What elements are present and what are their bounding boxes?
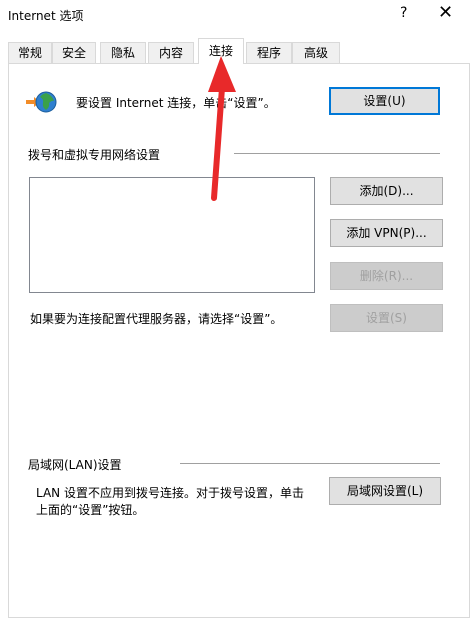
add-button[interactable]: 添加(D)...: [330, 177, 443, 205]
dialup-group-divider: [234, 153, 440, 154]
lan-description-line1: LAN 设置不应用到拨号连接。对于拨号设置，单击: [36, 486, 304, 500]
tab-advanced[interactable]: 高级: [292, 42, 340, 63]
globe-network-icon: [26, 91, 57, 113]
lan-group-label: 局域网(LAN)设置: [28, 458, 122, 472]
setup-button[interactable]: 设置(U): [329, 87, 440, 115]
close-icon[interactable]: ✕: [438, 2, 453, 23]
connections-listbox[interactable]: [29, 177, 315, 293]
help-icon[interactable]: ?: [400, 5, 407, 21]
title-bar: Internet 选项 ? ✕: [0, 0, 476, 30]
tab-security[interactable]: 安全: [52, 42, 96, 63]
tab-programs[interactable]: 程序: [246, 42, 292, 63]
window-title: Internet 选项: [8, 9, 84, 23]
lan-settings-button[interactable]: 局域网设置(L): [329, 477, 441, 505]
tab-strip: 常规 安全 隐私 内容 连接 程序 高级: [0, 38, 476, 64]
tab-privacy[interactable]: 隐私: [100, 42, 146, 63]
dialup-settings-button[interactable]: 设置(S): [330, 304, 443, 332]
tab-connections[interactable]: 连接: [198, 38, 244, 64]
tab-general[interactable]: 常规: [8, 42, 52, 63]
dialup-group-label: 拨号和虚拟专用网络设置: [28, 148, 161, 162]
lan-description-line2: 上面的“设置”按钮。: [36, 503, 145, 517]
add-vpn-button[interactable]: 添加 VPN(P)...: [330, 219, 443, 247]
setup-description: 要设置 Internet 连接，单击“设置”。: [76, 96, 276, 110]
tab-content[interactable]: 内容: [148, 42, 194, 63]
lan-group-divider: [180, 463, 440, 464]
proxy-description: 如果要为连接配置代理服务器，请选择“设置”。: [30, 312, 283, 326]
remove-button[interactable]: 删除(R)...: [330, 262, 443, 290]
